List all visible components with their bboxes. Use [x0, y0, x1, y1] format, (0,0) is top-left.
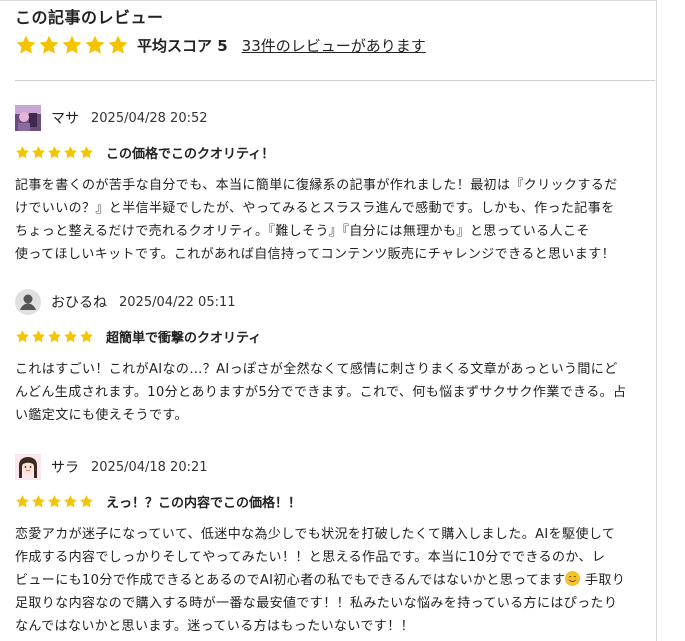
star-icon: [32, 145, 45, 158]
star-icon: [80, 145, 93, 158]
star-icon: [85, 35, 105, 54]
reviewer-name: おひるね: [51, 295, 107, 311]
review-meta: おひるね 2025/04/22 05:11: [15, 288, 655, 316]
review-date: 2025/04/28 20:52: [91, 110, 208, 126]
review-title: この価格でこのクオリティ！: [106, 146, 275, 162]
star-icon: [16, 35, 36, 54]
review-body-text: 恋愛アカが迷子になっていて、低迷中な為少しでも状況を打破したくて購入しました。A…: [15, 527, 616, 588]
reviewer-name: マサ: [51, 111, 79, 127]
summary-divider: [15, 80, 655, 81]
star-icon: [62, 35, 82, 54]
star-icon: [16, 145, 29, 158]
star-icon: [48, 145, 61, 158]
star-icon: [32, 329, 45, 342]
star-icon: [16, 329, 29, 342]
star-icon: [39, 35, 59, 54]
star-icon: [64, 145, 77, 158]
rating-summary: 平均スコア 5 33件のレビューがあります: [15, 33, 426, 57]
star-icon: [80, 494, 93, 507]
star-icon: [80, 329, 93, 342]
review-body: これはすごい！これがAIなの…？AIっぽさが全然なくて感情に刺さりまくる文章があ…: [15, 362, 627, 423]
frame-top-border: [0, 0, 656, 1]
star-icon: [108, 35, 128, 54]
star-icon: [16, 494, 29, 507]
photo-avatar-icon: [15, 105, 41, 131]
star-icon: [48, 329, 61, 342]
page-title: この記事のレビュー: [15, 8, 164, 27]
review-meta: サラ 2025/04/18 20:21: [15, 453, 655, 481]
illustrated-girl-avatar-icon: [15, 454, 41, 480]
reviewer-name: サラ: [51, 460, 79, 476]
review-item: おひるね 2025/04/22 05:11 超簡単で衝撃のクオリティ これはすご…: [15, 288, 655, 427]
review-rating-stars: [15, 145, 94, 160]
review-title: えっ！？この内容でこの価格！！: [106, 495, 302, 511]
average-score-label: 平均スコア 5: [137, 36, 228, 55]
frame-right-border: [656, 0, 657, 641]
review-date: 2025/04/22 05:11: [119, 294, 236, 310]
review-title: 超簡単で衝撃のクオリティ: [106, 330, 262, 346]
review-date: 2025/04/18 20:21: [91, 459, 208, 475]
review-body: 記事を書くのが苦手な自分でも、本当に簡単に復縁系の記事が作れました！最初は『クリ…: [15, 178, 618, 262]
review-count-link[interactable]: 33件のレビューがあります: [242, 35, 426, 56]
review-item: マサ 2025/04/28 20:52 この価格でこのクオリティ！ 記事を書くの…: [15, 104, 655, 266]
star-icon: [32, 494, 45, 507]
average-rating-stars: [15, 34, 129, 56]
default-user-icon: [15, 289, 41, 315]
star-icon: [64, 494, 77, 507]
review-item: サラ 2025/04/18 20:21 えっ！？この内容でこの価格！！ 恋愛アカ…: [15, 453, 655, 638]
star-icon: [48, 494, 61, 507]
review-rating-stars: [15, 494, 94, 509]
star-icon: [64, 329, 77, 342]
review-rating-stars: [15, 329, 94, 344]
review-meta: マサ 2025/04/28 20:52: [15, 104, 655, 132]
smiling-face-emoji-icon: [565, 571, 581, 586]
review-body: 恋愛アカが迷子になっていて、低迷中な為少しでも状況を打破したくて購入しました。A…: [15, 523, 650, 638]
